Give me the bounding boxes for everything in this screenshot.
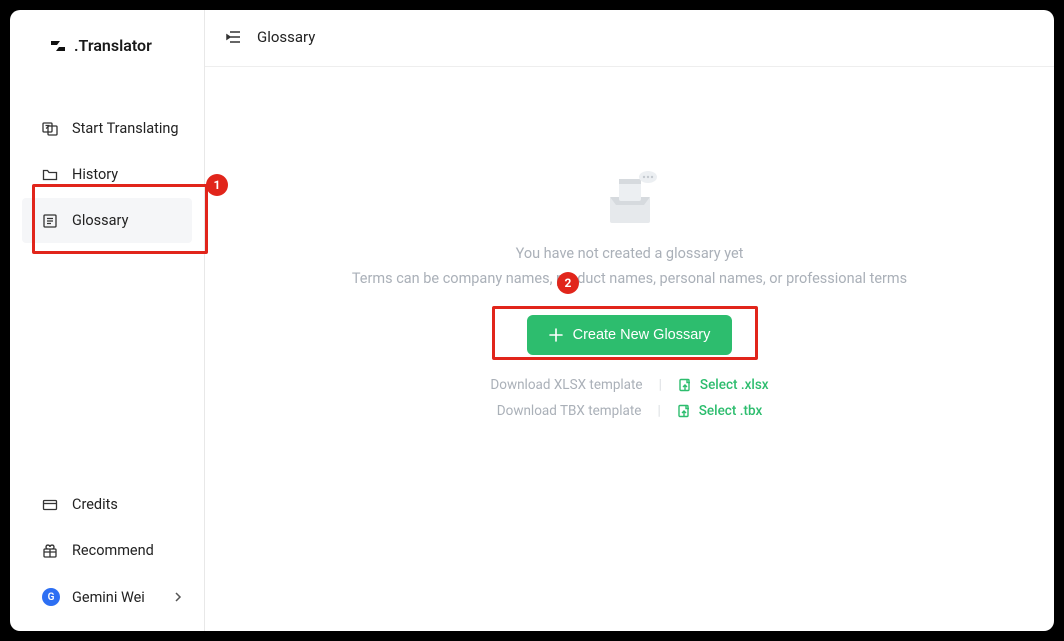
avatar: G [42,588,60,606]
topbar: Glossary [205,10,1054,67]
sidebar-item-label: Credits [72,496,118,513]
list-icon [42,213,58,229]
sidebar-user-row[interactable]: G Gemini Wei [22,574,192,620]
select-xlsx-link[interactable]: Select .xlsx [678,377,769,393]
divider: | [659,377,662,393]
sidebar: .Translator Start Translating History Gl… [10,10,205,631]
main-area: Glossary You have not created a glossary… [205,10,1054,631]
sidebar-nav-top: Start Translating History Glossary [10,75,204,244]
empty-title: You have not created a glossary yet [516,245,744,262]
sidebar-nav-bottom: Credits Recommend G Gemini Wei [10,481,204,621]
empty-illustration [595,167,665,227]
translate-icon [42,121,58,137]
app-name: .Translator [74,36,152,55]
sidebar-item-label: Start Translating [72,120,179,137]
collapse-icon[interactable] [225,28,243,46]
app-logo-row: .Translator [10,10,204,75]
folder-icon [42,167,58,183]
annotation-badge-2: 2 [557,272,579,294]
sidebar-item-history[interactable]: History [22,152,192,197]
template-label: Download TBX template [497,403,642,419]
sidebar-item-label: Recommend [72,542,154,559]
chevron-right-icon [174,589,182,606]
file-upload-icon [678,378,692,392]
sidebar-item-label: Glossary [72,212,128,229]
select-link-label: Select .xlsx [700,377,769,393]
gift-icon [42,543,58,559]
logo-icon [50,38,66,54]
annotation-badge-1: 1 [206,174,228,196]
page-title: Glossary [257,28,315,46]
sidebar-item-credits[interactable]: Credits [22,482,192,527]
divider: | [657,403,660,419]
sidebar-item-start-translating[interactable]: Start Translating [22,106,192,151]
create-button-label: Create New Glossary [573,327,711,343]
empty-state: You have not created a glossary yet Term… [205,67,1054,631]
sidebar-item-glossary[interactable]: Glossary [22,198,192,243]
card-icon [42,497,58,513]
template-label: Download XLSX template [490,377,642,393]
select-link-label: Select .tbx [699,403,763,419]
sidebar-item-label: History [72,166,118,183]
plus-icon [549,328,563,342]
create-glossary-button[interactable]: Create New Glossary [527,315,733,355]
sidebar-item-recommend[interactable]: Recommend [22,528,192,573]
empty-subtitle: Terms can be company names, product name… [352,270,907,287]
file-upload-icon [677,404,691,418]
select-tbx-link[interactable]: Select .tbx [677,403,763,419]
app-window: .Translator Start Translating History Gl… [10,10,1054,631]
template-row-xlsx: Download XLSX template | Select .xlsx [490,377,768,393]
user-name: Gemini Wei [72,589,145,606]
template-row-tbx: Download TBX template | Select .tbx [497,403,762,419]
